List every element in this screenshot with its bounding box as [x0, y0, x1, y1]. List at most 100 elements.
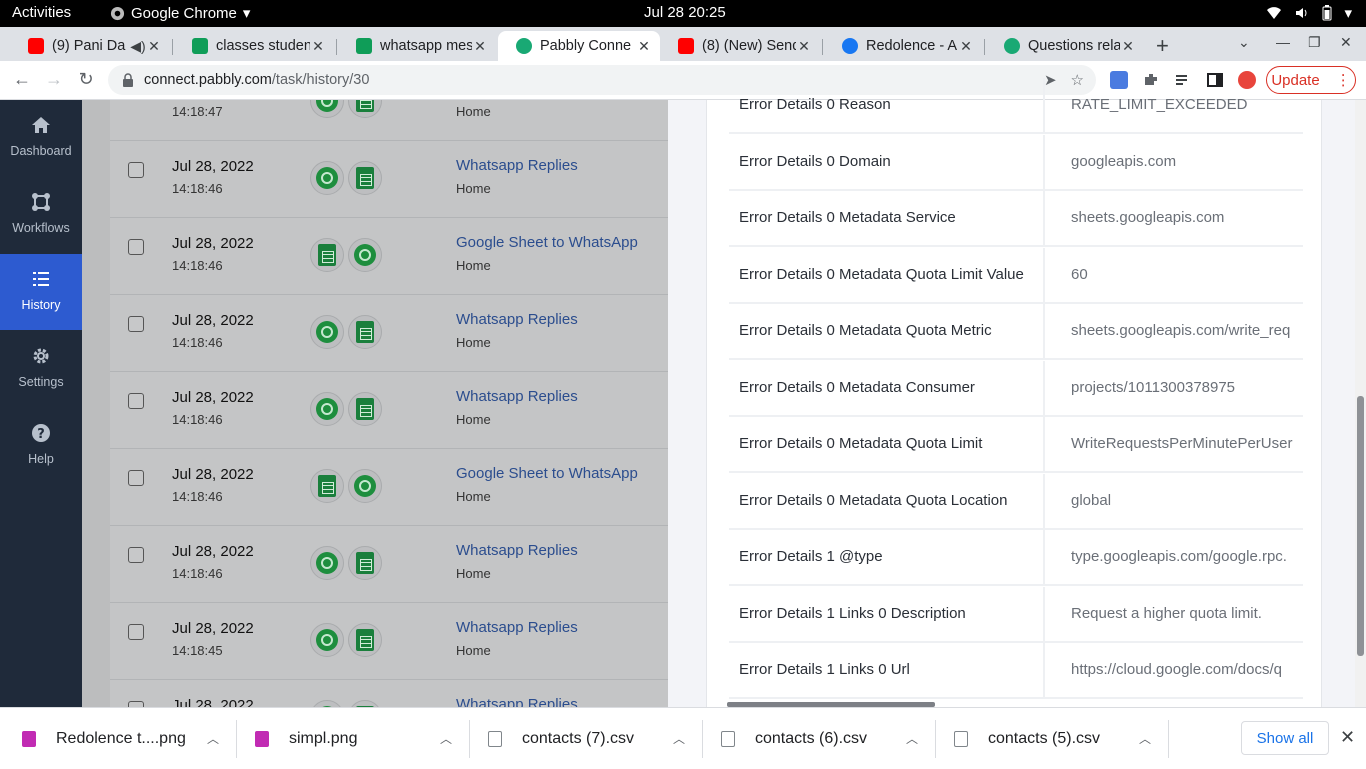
google-sheets-icon — [348, 700, 382, 707]
tab-classes-students[interactable]: classes studen ✕ — [174, 31, 334, 61]
sidebar-item-history[interactable]: History — [0, 254, 82, 330]
detail-value: RATE_LIMIT_EXCEEDED — [1071, 96, 1248, 113]
row-checkbox[interactable] — [128, 239, 144, 255]
table-row[interactable]: Jul 28, 2022 14:18:46 Whatsapp Replies H… — [110, 526, 668, 603]
tab-title: Redolence - Ap — [866, 38, 958, 54]
row-checkbox[interactable] — [128, 470, 144, 486]
detail-value: sheets.googleapis.com — [1071, 209, 1225, 226]
tab-youtube-new-send[interactable]: (8) (New) Send ✕ — [660, 31, 820, 61]
sidebar-item-help[interactable]: ? Help — [0, 408, 82, 484]
tab-questions[interactable]: Questions rela ✕ — [986, 31, 1144, 61]
row-folder: Home — [456, 412, 491, 427]
workflow-icon — [32, 193, 50, 211]
tab-pabbly-connect[interactable]: Pabbly Conne ✕ — [498, 31, 660, 61]
chevron-up-icon[interactable]: ︿ — [1139, 730, 1151, 747]
row-time: 14:18:46 — [172, 181, 223, 196]
row-workflow-link[interactable]: Whatsapp Replies — [456, 157, 578, 174]
detail-key: Error Details 0 Metadata Quota Limit Val… — [739, 266, 1024, 283]
sidebar-item-dashboard[interactable]: Dashboard — [0, 100, 82, 176]
chevron-up-icon[interactable]: ︿ — [673, 730, 685, 747]
forward-arrow-icon[interactable]: → — [42, 69, 66, 90]
close-icon[interactable]: ✕ — [1120, 38, 1136, 55]
minimize-icon[interactable]: — — [1276, 34, 1290, 50]
table-row[interactable]: Jul 28, 2022 14:18:45 Whatsapp Replies H… — [110, 603, 668, 680]
row-folder: Home — [456, 566, 491, 581]
chevron-up-icon[interactable]: ︿ — [906, 730, 918, 747]
speaker-icon[interactable]: ◀) — [130, 38, 146, 55]
download-separator — [1168, 720, 1169, 758]
detail-key: Error Details 1 Links 0 Description — [739, 605, 966, 622]
row-checkbox[interactable] — [128, 162, 144, 178]
download-separator — [935, 720, 936, 758]
detail-key: Error Details 1 Links 0 Url — [739, 661, 910, 678]
detail-value: type.googleapis.com/google.rpc. — [1071, 548, 1287, 565]
row-folder: Home — [456, 181, 491, 196]
row-workflow-link[interactable]: Whatsapp Replies — [456, 542, 578, 559]
app-menu[interactable]: Google Chrome ▾ — [110, 4, 250, 22]
table-row[interactable]: Jul 28, 2022 14:18:46 Whatsapp Replies H… — [110, 295, 668, 372]
tab-youtube-pani-da[interactable]: (9) Pani Da ◀) ✕ — [10, 31, 170, 61]
sidebar-item-settings[interactable]: Settings — [0, 331, 82, 407]
row-workflow-link[interactable]: Google Sheet to WhatsApp — [456, 465, 638, 482]
restore-icon[interactable]: ❐ — [1308, 34, 1321, 51]
detail-key: Error Details 0 Metadata Quota Limit — [739, 435, 983, 452]
row-checkbox[interactable] — [128, 624, 144, 640]
google-sheets-icon — [348, 315, 382, 349]
download-item[interactable]: Redolence t....png ︿ — [22, 708, 234, 769]
table-row[interactable]: Jul 28, 2022 14:18:46 Google Sheet to Wh… — [110, 449, 668, 526]
table-row[interactable]: Jul 28, 2022 14:18:46 Whatsapp Replies H… — [110, 372, 668, 449]
system-tray[interactable]: ▾ — [1266, 4, 1352, 22]
download-item[interactable]: contacts (5).csv ︿ — [954, 708, 1166, 769]
tab-redolence[interactable]: Redolence - Ap ✕ — [824, 31, 982, 61]
kebab-menu-icon[interactable]: ⋮ — [1336, 71, 1351, 89]
row-time: 14:18:46 — [172, 489, 223, 504]
row-apps — [310, 315, 382, 349]
table-row[interactable]: Jul 28, 2022 14:18:46 Google Sheet to Wh… — [110, 218, 668, 295]
row-workflow-link[interactable]: Whatsapp Replies — [456, 311, 578, 328]
table-row[interactable]: Jul 28, 2022 14:18:46 Whatsapp Replies H… — [110, 141, 668, 218]
sidebar-item-workflows[interactable]: Workflows — [0, 177, 82, 253]
detail-row: Error Details 1 Links 0 Url https://cloud… — [729, 643, 1303, 699]
download-item[interactable]: simpl.png ︿ — [255, 708, 467, 769]
row-apps — [310, 100, 382, 118]
row-time: 14:18:45 — [172, 643, 223, 658]
chevron-up-icon[interactable]: ︿ — [440, 730, 452, 747]
detail-row: Error Details 1 @type type.googleapis.com… — [729, 530, 1303, 586]
row-workflow-link[interactable]: Whatsapp Replies — [456, 388, 578, 405]
close-icon[interactable]: ✕ — [146, 38, 162, 55]
reload-icon[interactable]: ↻ — [74, 69, 98, 90]
row-workflow-link[interactable]: Whatsapp Replies — [456, 619, 578, 636]
clock[interactable]: Jul 28 20:25 — [644, 4, 726, 21]
close-icon[interactable]: ✕ — [636, 38, 652, 55]
history-list-overlay[interactable]: 14:18:47 Home Jul 28, 2022 14:18:46 What… — [82, 100, 668, 707]
row-checkbox[interactable] — [128, 316, 144, 332]
close-icon[interactable]: ✕ — [796, 38, 812, 55]
row-workflow-link[interactable]: Google Sheet to WhatsApp — [456, 234, 638, 251]
table-row[interactable]: Jul 28, 2022 Whatsapp Replies — [110, 680, 668, 707]
row-checkbox[interactable] — [128, 393, 144, 409]
row-workflow-link[interactable]: Whatsapp Replies — [456, 696, 578, 707]
download-item[interactable]: contacts (6).csv ︿ — [721, 708, 933, 769]
chevron-up-icon[interactable]: ︿ — [207, 730, 219, 747]
download-item[interactable]: contacts (7).csv ︿ — [488, 708, 700, 769]
close-icon[interactable]: ✕ — [1340, 727, 1355, 748]
vertical-scrollbar-thumb[interactable] — [1357, 396, 1364, 656]
whatsapp-icon — [348, 238, 382, 272]
google-sheets-icon — [310, 238, 344, 272]
table-row[interactable]: 14:18:47 Home — [110, 100, 668, 141]
new-tab-button[interactable]: + — [1156, 33, 1169, 59]
close-window-icon[interactable]: ✕ — [1340, 34, 1352, 51]
activities-button[interactable]: Activities — [12, 4, 71, 21]
close-icon[interactable]: ✕ — [472, 38, 488, 55]
facebook-icon — [842, 38, 858, 54]
close-icon[interactable]: ✕ — [958, 38, 974, 55]
document-file-icon — [488, 730, 502, 747]
show-all-button[interactable]: Show all — [1241, 721, 1329, 755]
close-icon[interactable]: ✕ — [310, 38, 326, 55]
gear-icon — [33, 348, 49, 364]
row-folder: Home — [456, 258, 491, 273]
back-arrow-icon[interactable]: ← — [10, 69, 34, 90]
tab-whatsapp-messages[interactable]: whatsapp mes ✕ — [338, 31, 496, 61]
row-checkbox[interactable] — [128, 547, 144, 563]
tab-search-icon[interactable]: ⌄ — [1238, 34, 1250, 51]
